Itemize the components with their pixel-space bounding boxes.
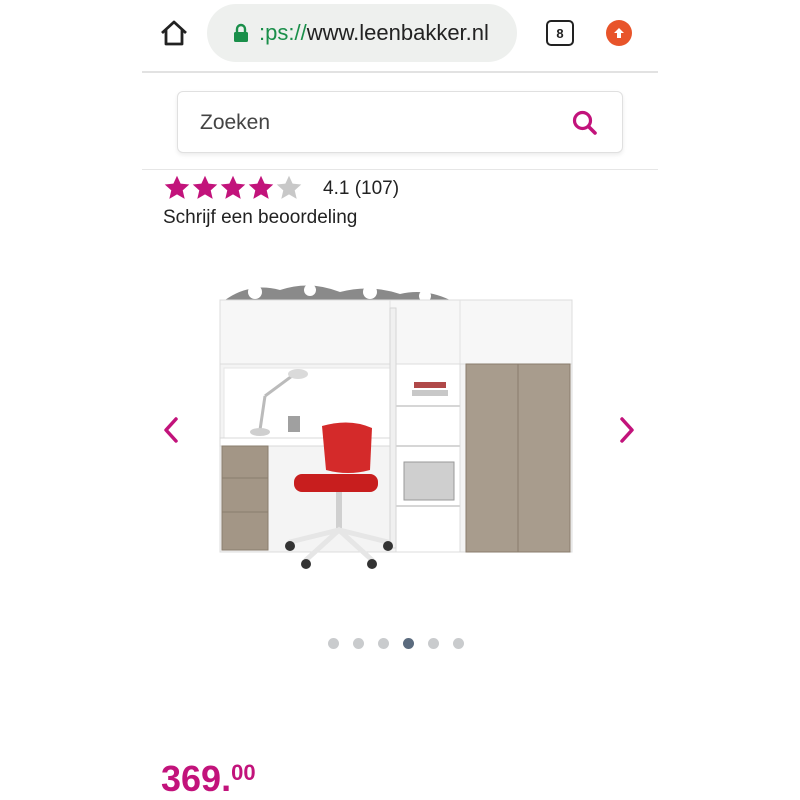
price: 369.00: [161, 758, 256, 800]
url-host: www.leenbakker.nl: [306, 20, 489, 45]
browser-divider: [142, 71, 658, 73]
star-icon: [276, 175, 302, 199]
carousel-dot[interactable]: [453, 638, 464, 649]
rating-summary: 4.1 (107): [323, 178, 400, 199]
carousel-dot[interactable]: [353, 638, 364, 649]
home-icon: [161, 20, 187, 46]
header-divider: [142, 169, 658, 170]
star-icon: [220, 175, 246, 199]
arrow-up-icon: [614, 28, 624, 38]
tab-switcher-button[interactable]: 8: [546, 20, 574, 46]
tab-count: 8: [556, 25, 564, 41]
star-icon: [192, 175, 218, 199]
address-bar[interactable]: :ps://www.leenbakker.nl: [207, 4, 517, 62]
write-review-link[interactable]: Schrijf een beoordeling: [163, 207, 357, 229]
product-image[interactable]: [210, 278, 590, 588]
chevron-right-icon: [620, 417, 634, 443]
carousel-dots: [328, 638, 464, 649]
update-button[interactable]: [606, 20, 632, 46]
carousel-dot[interactable]: [428, 638, 439, 649]
lock-icon: [234, 23, 248, 42]
carousel-dot[interactable]: [328, 638, 339, 649]
search-box: [177, 91, 623, 153]
search-icon[interactable]: [570, 108, 600, 138]
home-button[interactable]: [155, 14, 193, 52]
carousel-next-button[interactable]: [612, 410, 642, 450]
carousel-dot[interactable]: [378, 638, 389, 649]
search-input[interactable]: [198, 106, 562, 140]
price-integer: 369.: [161, 758, 232, 799]
star-icon: [164, 175, 190, 199]
url-scheme: :ps://: [259, 20, 307, 45]
chevron-left-icon: [164, 417, 178, 443]
rating-stars: [163, 174, 303, 202]
carousel-dot[interactable]: [403, 638, 414, 649]
star-icon: [248, 175, 274, 199]
price-decimals: 00: [231, 760, 256, 785]
carousel-prev-button[interactable]: [156, 410, 186, 450]
